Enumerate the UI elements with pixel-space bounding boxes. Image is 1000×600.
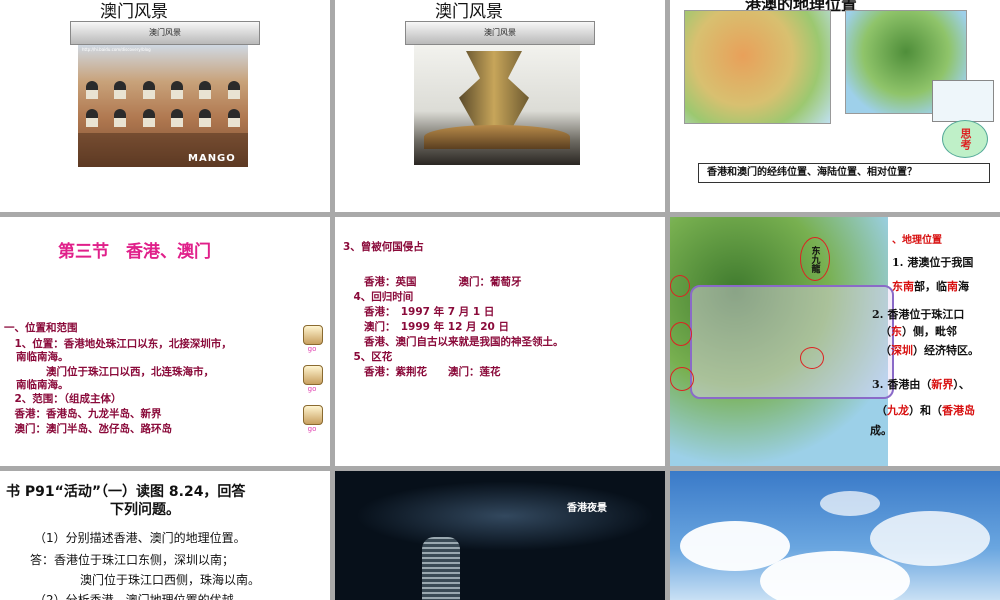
shop-sign: MANGO xyxy=(188,153,236,164)
text-line: 香港：香港岛、九龙半岛、新界 xyxy=(4,408,162,420)
go-button[interactable]: go xyxy=(303,325,323,353)
text-line: 澳门：澳门半岛、氹仔岛、路环岛 xyxy=(4,423,172,435)
macau-casino-photo xyxy=(414,45,580,165)
door-icon xyxy=(303,325,323,345)
text-line: 香港：英国 澳门：葡萄牙 xyxy=(343,276,522,288)
slide-thumbnail-8[interactable]: 香港夜景 xyxy=(335,471,665,600)
slide-thumbnail-9[interactable] xyxy=(670,471,1000,600)
inset-map-image xyxy=(932,80,994,122)
section-heading: 第三节 香港、澳门 xyxy=(58,242,211,262)
text-line: （东）侧，毗邻 xyxy=(880,325,957,338)
hk-boundary-zone xyxy=(690,285,894,399)
map-marker-circle xyxy=(800,347,824,369)
slide-thumbnail-5[interactable]: 3、曾被何国侵占 香港：英国 澳门：葡萄牙 4、回归时间 香港： 1997 年 … xyxy=(335,217,665,466)
photo-url: http://hi.baidu.com/discovery/blog xyxy=(82,47,151,52)
slide-title: 澳门风景 xyxy=(100,2,168,22)
tower-shape xyxy=(459,51,529,129)
think-bubble: 思考 xyxy=(942,120,988,158)
text-line: 1、位置：香港地处珠江口以东，北接深圳市， xyxy=(4,338,232,350)
slide-thumbnail-6[interactable]: 东九龍 、地理位置 1. 港澳位于我国 东南部，临南海 2. 香港位于珠江口 （… xyxy=(670,217,1000,466)
slide-thumbnail-1[interactable]: 澳门风景 澳门风景 http://hi.baidu.com/discovery/… xyxy=(0,0,330,212)
text-line: 香港、澳门自古以来就是我国的神圣领土。 xyxy=(343,336,564,348)
slide-thumbnail-7[interactable]: 书 P91“活动”（一）读图 8.24，回答 下列问题。 （1）分别描述香港、澳… xyxy=(0,471,330,600)
ifc-tower-image xyxy=(422,537,460,600)
cloud-shape xyxy=(870,511,990,566)
text-line: 南临南海。 xyxy=(16,351,69,363)
text-line: 东南部，临南海 xyxy=(892,280,969,293)
text-line: 2、范围：（组成主体） xyxy=(4,393,122,405)
slide-thumbnail-3[interactable]: 港澳的地理位置 思考 香港和澳门的经纬位置、海陆位置、相对位置？ xyxy=(670,0,1000,212)
hk-detail-map-image: 东九龍 xyxy=(670,217,894,466)
question-box: 香港和澳门的经纬位置、海陆位置、相对位置？ xyxy=(698,163,990,183)
text-line: 香港：紫荆花 澳门：莲花 xyxy=(343,366,501,378)
activity-heading: 下列问题。 xyxy=(110,502,180,518)
question-text: （2）分析香港、澳门地理位置的优越 xyxy=(34,593,234,600)
caption-bar: 澳门风景 xyxy=(405,21,595,45)
text-line: 澳门： 1999 年 12 月 20 日 xyxy=(343,321,509,333)
map-region-label: 东九龍 xyxy=(800,237,830,281)
map-marker-circle xyxy=(670,367,694,391)
macau-building-photo: http://hi.baidu.com/discovery/blog MANGO xyxy=(78,45,248,167)
door-icon xyxy=(303,365,323,385)
go-button[interactable]: go xyxy=(303,365,323,393)
text-line: 成。 xyxy=(870,424,892,437)
question-text: （1）分别描述香港、澳门的地理位置。 xyxy=(34,531,246,545)
text-line: 5、区花 xyxy=(343,351,393,363)
text-line: 香港： 1997 年 7 月 1 日 xyxy=(343,306,495,318)
slide-title: 澳门风景 xyxy=(435,2,503,22)
slide-thumbnail-4[interactable]: 第三节 香港、澳门 一、位置和范围 1、位置：香港地处珠江口以东，北接深圳市， … xyxy=(0,217,330,466)
china-map-image xyxy=(684,10,831,124)
go-button[interactable]: go xyxy=(303,405,323,433)
text-line: 一、位置和范围 xyxy=(4,322,78,334)
text-line: 3. 香港由（新界）、 xyxy=(872,378,970,391)
map-marker-circle xyxy=(670,322,692,346)
door-icon xyxy=(303,405,323,425)
text-line: 2. 香港位于珠江口 xyxy=(872,308,965,321)
dome-base xyxy=(424,125,570,149)
caption-bar: 澳门风景 xyxy=(70,21,260,45)
text-line: 南临南海。 xyxy=(16,379,69,391)
activity-heading: 书 P91“活动”（一）读图 8.24，回答 xyxy=(6,484,246,500)
text-line: 3、曾被何国侵占 xyxy=(343,241,424,253)
answer-text: 澳门位于珠江口西侧，珠海以南。 xyxy=(80,573,261,587)
answer-text: 答：香港位于珠江口东侧，深圳以南； xyxy=(30,553,235,567)
text-line: 澳门位于珠江口以西，北连珠海市， xyxy=(4,366,214,378)
cloud-shape xyxy=(820,491,880,516)
slide-title: 香港夜景 xyxy=(567,503,607,514)
slide-thumbnail-2[interactable]: 澳门风景 澳门风景 xyxy=(335,0,665,212)
night-sky-clouds xyxy=(355,481,655,551)
text-line: （深圳）经济特区。 xyxy=(880,344,979,357)
map-marker-circle xyxy=(670,275,690,297)
text-line: 1. 港澳位于我国 xyxy=(892,256,974,269)
text-line: 4、回归时间 xyxy=(343,291,414,303)
text-line: （九龙）和（香港岛 xyxy=(876,404,975,417)
section-label: 、地理位置 xyxy=(892,235,942,246)
